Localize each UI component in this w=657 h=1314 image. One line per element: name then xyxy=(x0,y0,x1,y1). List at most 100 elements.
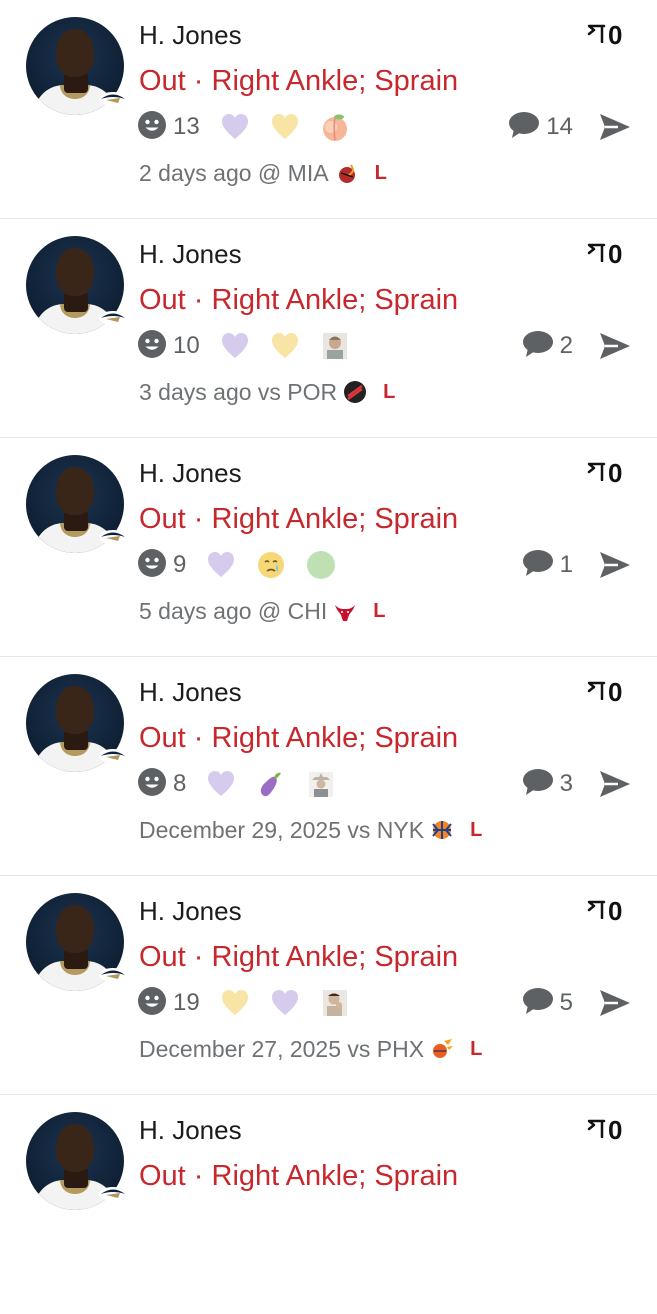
matchup[interactable]: @ CHI xyxy=(258,598,327,625)
share-icon[interactable] xyxy=(598,331,632,361)
share-icon[interactable] xyxy=(598,112,632,142)
thinking-person-photo-icon[interactable] xyxy=(320,988,350,1018)
add-reaction-button[interactable]: 8 xyxy=(137,767,206,802)
matchup[interactable]: @ MIA xyxy=(258,160,329,187)
player-name[interactable]: H. Jones xyxy=(139,896,242,927)
bookmark-button[interactable]: 0 xyxy=(586,677,634,707)
comments-button[interactable]: 5 xyxy=(522,986,573,1020)
add-reaction-button[interactable]: 9 xyxy=(137,548,206,583)
bookmark-icon xyxy=(586,242,606,267)
comment-count: 3 xyxy=(559,770,573,797)
game-result: L xyxy=(373,599,386,622)
pelicans-logo-icon xyxy=(98,747,128,765)
purple-heart-icon[interactable] xyxy=(206,769,236,799)
bookmark-icon xyxy=(586,680,606,705)
injury-post-card[interactable]: H. Jones 0 Out · Right Ankle; Sprain 13 14 2 … xyxy=(0,0,657,219)
injury-post-card[interactable]: H. Jones 0 Out · Right Ankle; Sprain 8 3 Dece… xyxy=(0,657,657,876)
game-info: 2 days ago @ MIA L xyxy=(139,158,387,188)
reactions-bar: 19 xyxy=(137,986,370,1020)
bookmark-button[interactable]: 0 xyxy=(586,239,634,269)
post-time: 3 days ago xyxy=(139,378,252,405)
game-result: L xyxy=(470,818,483,841)
add-reaction-button[interactable]: 19 xyxy=(137,986,220,1021)
purple-heart-icon[interactable] xyxy=(270,988,300,1018)
bookmark-count: 0 xyxy=(608,895,623,926)
bookmark-button[interactable]: 0 xyxy=(586,20,634,50)
smiley-icon xyxy=(137,767,167,802)
injury-feed: H. Jones 0 Out · Right Ankle; Sprain 13 14 2 … xyxy=(0,0,657,1314)
comments-button[interactable]: 1 xyxy=(522,548,573,582)
purple-heart-icon[interactable] xyxy=(206,550,236,580)
injury-status: Out · Right Ankle; Sprain xyxy=(139,1160,459,1192)
smiley-icon xyxy=(137,548,167,583)
heat-logo-icon xyxy=(335,161,359,185)
add-reaction-button[interactable]: 13 xyxy=(137,110,220,145)
share-icon[interactable] xyxy=(598,550,632,580)
post-time: 5 days ago xyxy=(139,597,252,624)
bookmark-button[interactable]: 0 xyxy=(586,458,634,488)
pelicans-logo-icon xyxy=(98,966,128,984)
blazers-logo-icon xyxy=(343,380,367,404)
peach-icon[interactable] xyxy=(320,112,350,142)
comment-icon xyxy=(522,986,554,1021)
player-name[interactable]: H. Jones xyxy=(139,1115,242,1146)
matchup[interactable]: vs PHX xyxy=(347,1036,424,1063)
injury-status: Out · Right Ankle; Sprain xyxy=(139,503,459,535)
injury-post-card[interactable]: H. Jones 0 Out · Right Ankle; Sprain xyxy=(0,1095,657,1314)
post-time: 2 days ago xyxy=(139,159,252,186)
bookmark-count: 0 xyxy=(608,1114,623,1145)
comment-icon xyxy=(508,110,540,145)
crying-face-icon[interactable] xyxy=(256,550,286,580)
game-result: L xyxy=(383,380,396,403)
pelicans-logo-icon xyxy=(98,1185,128,1203)
reaction-count: 13 xyxy=(173,113,200,140)
pelicans-logo-icon xyxy=(98,90,128,108)
suns-logo-icon xyxy=(430,1037,454,1061)
purple-heart-icon[interactable] xyxy=(220,112,250,142)
person-photo-icon[interactable] xyxy=(320,331,350,361)
injury-post-card[interactable]: H. Jones 0 Out · Right Ankle; Sprain 9 1 5 da… xyxy=(0,438,657,657)
post-time: December 27, 2025 xyxy=(139,1035,342,1062)
bookmark-count: 0 xyxy=(608,676,623,707)
game-info: December 27, 2025 vs PHX L xyxy=(139,1034,482,1064)
comments-button[interactable]: 14 xyxy=(508,110,573,144)
injury-post-card[interactable]: H. Jones 0 Out · Right Ankle; Sprain 10 2 3 d… xyxy=(0,219,657,438)
bulls-logo-icon xyxy=(333,599,357,623)
reaction-count: 19 xyxy=(173,989,200,1016)
cowboy-photo-icon[interactable] xyxy=(306,769,336,799)
injury-post-card[interactable]: H. Jones 0 Out · Right Ankle; Sprain 19 5 Dec… xyxy=(0,876,657,1095)
purple-heart-icon[interactable] xyxy=(220,331,250,361)
player-name[interactable]: H. Jones xyxy=(139,458,242,489)
smiley-icon xyxy=(137,110,167,145)
injury-status: Out · Right Ankle; Sprain xyxy=(139,284,459,316)
game-info: 5 days ago @ CHI L xyxy=(139,596,386,626)
comments-button[interactable]: 2 xyxy=(522,329,573,363)
matchup[interactable]: vs POR xyxy=(258,379,337,406)
share-icon[interactable] xyxy=(598,769,632,799)
add-reaction-button[interactable]: 10 xyxy=(137,329,220,364)
injury-status: Out · Right Ankle; Sprain xyxy=(139,722,459,754)
comments-button[interactable]: 3 xyxy=(522,767,573,801)
yellow-heart-icon[interactable] xyxy=(270,112,300,142)
bookmark-count: 0 xyxy=(608,238,623,269)
matchup[interactable]: vs NYK xyxy=(347,817,424,844)
bookmark-icon xyxy=(586,461,606,486)
player-name[interactable]: H. Jones xyxy=(139,677,242,708)
yellow-heart-icon[interactable] xyxy=(220,988,250,1018)
player-name[interactable]: H. Jones xyxy=(139,20,242,51)
yellow-heart-icon[interactable] xyxy=(270,331,300,361)
player-name[interactable]: H. Jones xyxy=(139,239,242,270)
green-circle-icon[interactable] xyxy=(306,550,336,580)
reactions-bar: 10 xyxy=(137,329,370,363)
comment-icon xyxy=(522,548,554,583)
bookmark-button[interactable]: 0 xyxy=(586,1115,634,1145)
knicks-logo-icon xyxy=(430,818,454,842)
smiley-icon xyxy=(137,986,167,1021)
post-time: December 29, 2025 xyxy=(139,816,342,843)
eggplant-icon[interactable] xyxy=(256,769,286,799)
comment-count: 2 xyxy=(559,332,573,359)
share-icon[interactable] xyxy=(598,988,632,1018)
game-result: L xyxy=(374,161,387,184)
game-info: December 29, 2025 vs NYK L xyxy=(139,815,482,845)
bookmark-button[interactable]: 0 xyxy=(586,896,634,926)
